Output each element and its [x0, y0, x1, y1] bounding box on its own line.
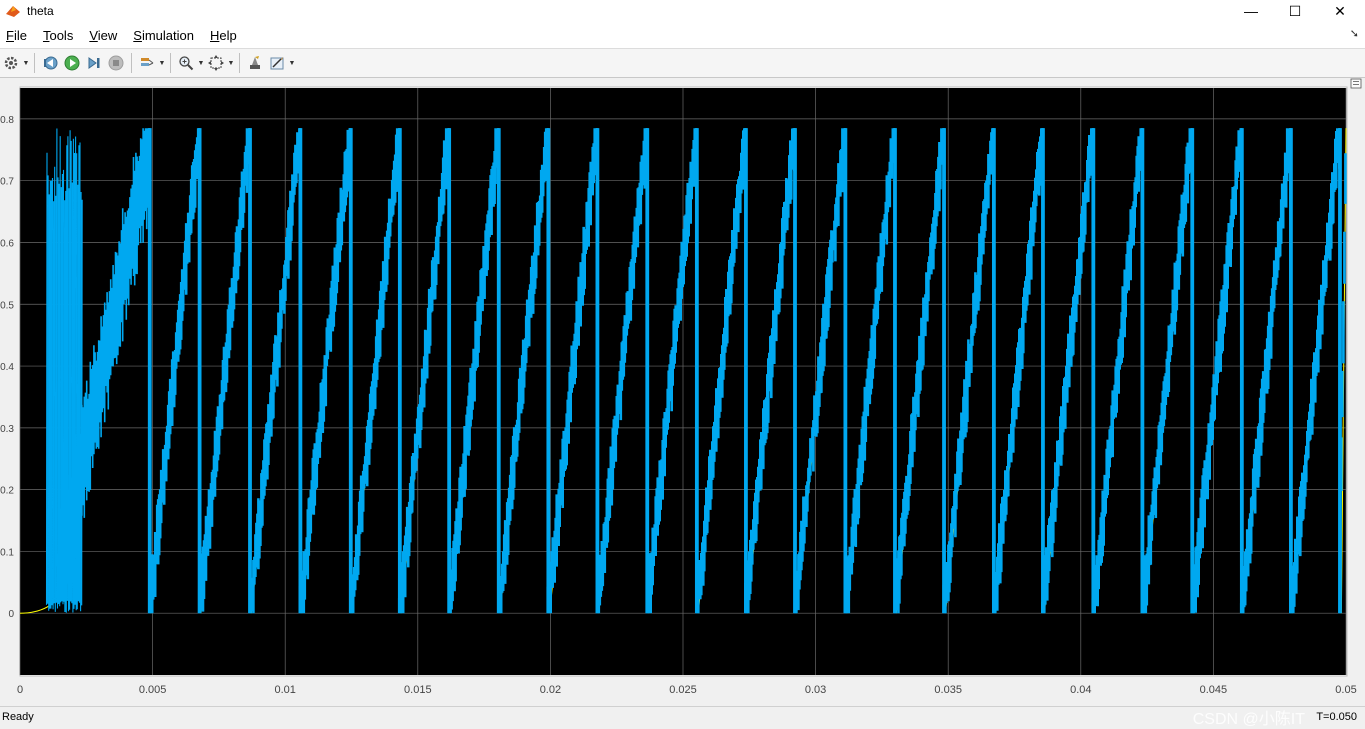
x-tick-label: 0.04 — [1070, 684, 1091, 696]
toolbar-separator — [131, 53, 132, 73]
signal-selector-icon[interactable] — [136, 52, 158, 74]
run-icon[interactable] — [61, 52, 83, 74]
y-tick-label: 0.4 — [0, 362, 14, 373]
close-button[interactable]: ✕ — [1317, 0, 1363, 22]
x-tick-label: 0.035 — [934, 684, 962, 696]
menu-tools[interactable]: Tools — [39, 28, 77, 43]
y-tick-label: 0.6 — [0, 238, 14, 249]
step-forward-icon[interactable] — [83, 52, 105, 74]
properties-icon[interactable] — [266, 52, 288, 74]
y-tick-label: 0.7 — [0, 177, 14, 188]
menu-file[interactable]: File — [2, 28, 31, 43]
x-tick-label: 0.01 — [274, 684, 295, 696]
x-tick-label: 0 — [17, 684, 23, 696]
y-tick-label: 0.2 — [0, 486, 14, 497]
dock-arrow-icon[interactable]: ➘ — [1350, 27, 1359, 40]
stop-icon[interactable] — [105, 52, 127, 74]
x-tick-label: 0.02 — [540, 684, 561, 696]
minimize-button[interactable]: — — [1228, 0, 1274, 22]
menu-simulation[interactable]: Simulation — [129, 28, 198, 43]
y-tick-label: 0.1 — [0, 547, 14, 558]
title-bar: theta — ☐ ✕ — [0, 0, 1365, 22]
signal-dropdown-icon[interactable]: ▼ — [158, 60, 166, 67]
zoom-dropdown-icon[interactable]: ▼ — [197, 60, 205, 67]
close-icon: ✕ — [1334, 3, 1346, 20]
watermark: CSDN @小陈IT — [1193, 705, 1305, 729]
scope-plot-area: 0 0.005 0.01 0.015 0.02 0.025 0.03 0.035 0.04 0.0… — [0, 78, 1365, 705]
settings-icon[interactable] — [0, 52, 22, 74]
settings-dropdown-icon[interactable]: ▼ — [22, 60, 30, 67]
menu-view[interactable]: View — [85, 28, 121, 43]
properties-dropdown-icon[interactable]: ▼ — [288, 60, 296, 67]
x-tick-label: 0.025 — [669, 684, 697, 696]
y-tick-label: 0.3 — [0, 424, 14, 435]
status-bar: Ready CSDN @小陈IT T=0.050 — [0, 706, 1365, 728]
y-tick-label: 0.8 — [0, 115, 14, 126]
status-text: Ready — [2, 711, 34, 723]
fit-dropdown-icon[interactable]: ▼ — [227, 60, 235, 67]
matlab-app-icon — [5, 3, 21, 19]
toolbar-separator — [34, 53, 35, 73]
menu-bar: File Tools View Simulation Help ➘ — [0, 22, 1365, 48]
maximize-icon: ☐ — [1289, 3, 1302, 20]
step-back-icon[interactable] — [39, 52, 61, 74]
y-tick-labels: 0 0.1 0.2 0.3 0.4 0.5 0.6 0.7 0.8 — [0, 115, 14, 620]
simulation-time: T=0.050 — [1316, 711, 1357, 723]
scope-plot[interactable]: 0 0.005 0.01 0.015 0.02 0.025 0.03 0.035 0.04 0.0… — [0, 78, 1365, 705]
toolbar-separator — [239, 53, 240, 73]
toolbar: ▼ ▼ ▼ ▼ ▼ — [0, 48, 1365, 78]
window-title: theta — [27, 4, 54, 18]
x-tick-label: 0.05 — [1335, 684, 1356, 696]
x-tick-label: 0.005 — [139, 684, 167, 696]
x-tick-label: 0.015 — [404, 684, 432, 696]
toolbar-separator — [170, 53, 171, 73]
x-tick-labels: 0 0.005 0.01 0.015 0.02 0.025 0.03 0.035 0.04 0.0… — [17, 684, 1357, 696]
minimize-icon: — — [1244, 3, 1258, 19]
fit-to-view-icon[interactable] — [205, 52, 227, 74]
y-tick-label: 0 — [8, 609, 14, 620]
highlight-icon[interactable] — [244, 52, 266, 74]
x-tick-label: 0.03 — [805, 684, 826, 696]
y-tick-label: 0.5 — [0, 300, 14, 311]
maximize-button[interactable]: ☐ — [1272, 0, 1318, 22]
menu-help[interactable]: Help — [206, 28, 241, 43]
zoom-icon[interactable] — [175, 52, 197, 74]
legend-toggle-icon[interactable] — [1351, 79, 1361, 88]
x-tick-label: 0.045 — [1200, 684, 1228, 696]
